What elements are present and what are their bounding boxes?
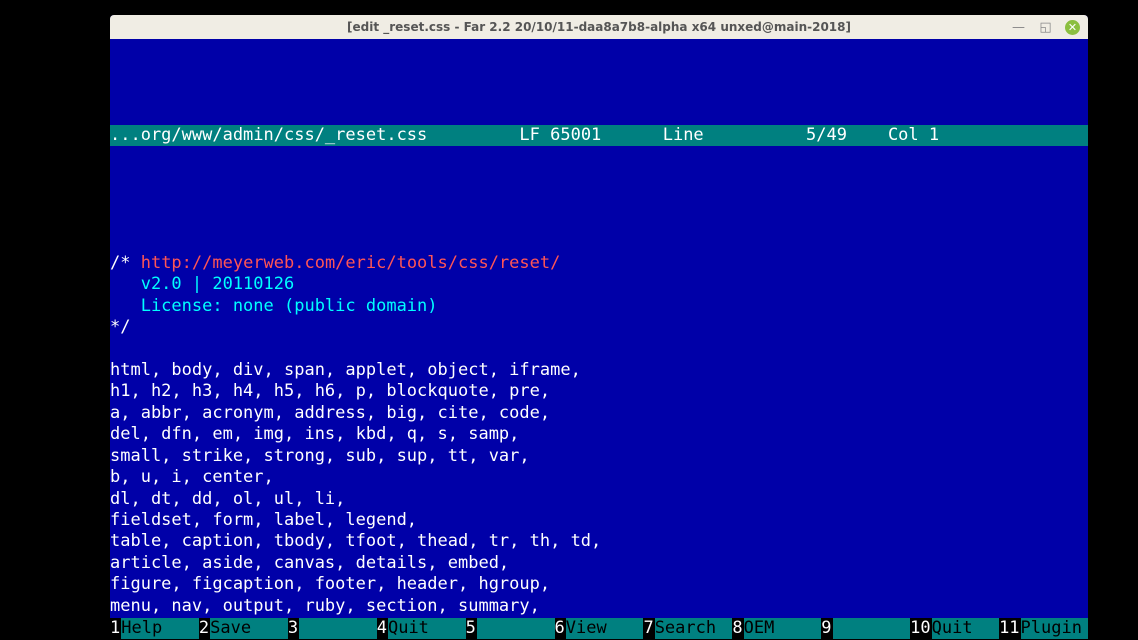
selector: figure, figcaption, footer, header, hgro…	[110, 574, 550, 594]
editor-body[interactable]: /* http://meyerweb.com/eric/tools/css/re…	[110, 232, 1088, 639]
selector: article, aside, canvas, details, embed,	[110, 553, 509, 573]
maximize-icon[interactable]: ◱	[1038, 20, 1053, 35]
fkey-5[interactable]: 5	[466, 618, 555, 639]
window-controls: — ◱	[1011, 15, 1080, 39]
close-icon[interactable]	[1065, 20, 1080, 35]
fkey-11-plugin[interactable]: 11Plugin	[999, 618, 1088, 639]
selector: del, dfn, em, img, ins, kbd, q, s, samp,	[110, 424, 519, 444]
fkey-2-save[interactable]: 2Save	[199, 618, 288, 639]
file-path: ...org/www/admin/css/_reset.css	[110, 125, 427, 146]
selector: html, body, div, span, applet, object, i…	[110, 360, 581, 380]
selector: b, u, i, center,	[110, 467, 274, 487]
comment-open: /*	[110, 253, 141, 273]
fkey-10-quit[interactable]: 10Quit	[910, 618, 999, 639]
minimize-icon[interactable]: —	[1011, 20, 1026, 35]
keybar: 1Help 2Save 3 4Quit 5 6View 7Search 8OEM…	[110, 618, 1088, 639]
window: [edit _reset.css - Far 2.2 20/10/11-daa8…	[110, 15, 1088, 639]
col-label: Col	[888, 125, 919, 146]
selector: menu, nav, output, ruby, section, summar…	[110, 596, 540, 616]
fkey-4-quit[interactable]: 4Quit	[377, 618, 466, 639]
window-title: [edit _reset.css - Far 2.2 20/10/11-daa8…	[347, 20, 851, 34]
col-value: 1	[929, 125, 939, 146]
titlebar[interactable]: [edit _reset.css - Far 2.2 20/10/11-daa8…	[110, 15, 1088, 39]
comment-close: */	[110, 317, 130, 337]
fkey-3[interactable]: 3	[288, 618, 377, 639]
selector: a, abbr, acronym, address, big, cite, co…	[110, 403, 550, 423]
fkey-9[interactable]: 9	[821, 618, 910, 639]
fkey-1-help[interactable]: 1Help	[110, 618, 199, 639]
fkey-6-view[interactable]: 6View	[555, 618, 644, 639]
line-label: Line	[663, 125, 704, 146]
terminal: ...org/www/admin/css/_reset.css LF 65001…	[110, 39, 1088, 639]
selector: fieldset, form, label, legend,	[110, 510, 417, 530]
line-value: 5/49	[806, 125, 847, 146]
comment-url: http://meyerweb.com/eric/tools/css/reset…	[141, 253, 561, 273]
fkey-7-search[interactable]: 7Search	[643, 618, 732, 639]
selector: small, strike, strong, sub, sup, tt, var…	[110, 446, 530, 466]
comment-line: License: none (public domain)	[110, 296, 438, 316]
fkey-8-oem[interactable]: 8OEM	[732, 618, 821, 639]
selector: dl, dt, dd, ol, ul, li,	[110, 489, 345, 509]
selector: table, caption, tbody, tfoot, thead, tr,…	[110, 531, 601, 551]
encoding: LF 65001	[519, 125, 601, 146]
comment-line: v2.0 | 20110126	[110, 274, 294, 294]
editor-statusbar: ...org/www/admin/css/_reset.css LF 65001…	[110, 125, 1088, 146]
selector: h1, h2, h3, h4, h5, h6, p, blockquote, p…	[110, 381, 550, 401]
